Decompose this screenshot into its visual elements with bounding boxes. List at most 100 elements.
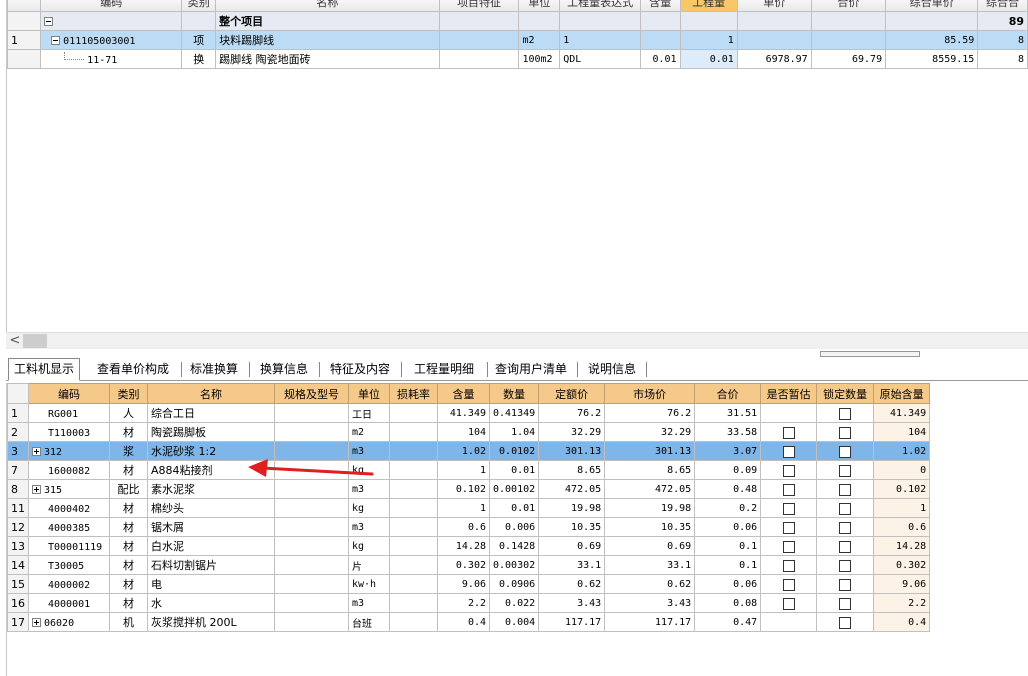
market-price-cell[interactable]: 32.29 [604,422,696,442]
unit-cell[interactable]: m3 [348,441,390,461]
qty-cell[interactable]: 0.022 [488,593,540,613]
unit-cell[interactable] [518,11,561,31]
lock-checkbox[interactable] [839,578,852,591]
header-content[interactable]: 含量 [437,383,490,404]
unit-cell[interactable]: kw·h [348,574,390,594]
feature-cell[interactable] [438,49,520,69]
market-price-cell[interactable]: 8.65 [604,460,696,480]
lock-checkbox[interactable] [839,616,852,629]
table-row[interactable]: 3 312 浆水泥砂浆 1:2 m3 1.02 0.0102 301.13 301.13 3.0… [7,441,931,461]
total-cell[interactable] [810,30,887,50]
table-row[interactable]: 15 4000002 材电 kw·h 9.06 0.0906 0.62 0.62 0.06 9.0… [7,574,931,594]
header-code[interactable]: 编码 [28,383,110,404]
loss-cell[interactable] [389,574,438,594]
estimate-checkbox[interactable] [782,559,795,572]
total-cell[interactable]: 0.1 [694,536,762,556]
quota-price-cell[interactable]: 10.35 [538,517,606,537]
qty-cell[interactable]: 0.01 [679,49,738,69]
original-content-cell[interactable]: 14.28 [873,536,931,556]
content-cell[interactable]: 0.102 [437,479,490,499]
total-cell[interactable]: 0.09 [694,460,762,480]
type-cell[interactable]: 材 [109,498,148,518]
code-cell[interactable]: 011105003001 [40,30,183,50]
header-unit-price[interactable]: 综合单价 [885,0,979,12]
feature-cell[interactable] [438,30,520,50]
name-cell[interactable]: 陶瓷踢脚板 [147,422,275,442]
spec-cell[interactable] [274,555,349,575]
unit-cell[interactable]: 100m2 [518,49,561,69]
header-estimate[interactable]: 是否暂估 [760,383,818,404]
name-cell[interactable]: 水泥砂浆 1:2 [147,441,275,461]
header-unit[interactable]: 单位 [348,383,390,404]
content-cell[interactable]: 0.302 [437,555,490,575]
qty-cell[interactable]: 0.1428 [488,536,540,556]
code-cell[interactable] [40,11,183,31]
content-cell[interactable]: 0.4 [437,612,490,632]
tab-features-content[interactable]: 特征及内容 [324,359,396,380]
spec-cell[interactable] [274,517,349,537]
loss-cell[interactable] [389,498,438,518]
collapse-icon[interactable] [44,16,54,26]
unit-cell[interactable]: kg [348,536,390,556]
header-feature[interactable]: 项目特征 [438,0,520,12]
loss-cell[interactable] [389,612,438,632]
quota-price-cell[interactable]: 117.17 [538,612,606,632]
code-cell[interactable]: RG001 [28,403,110,423]
name-cell[interactable]: 白水泥 [147,536,275,556]
lock-checkbox[interactable] [839,559,852,572]
spec-cell[interactable] [274,536,349,556]
quota-price-cell[interactable]: 3.43 [538,593,606,613]
total-cell[interactable]: 31.51 [694,403,762,423]
tab-quantity-details[interactable]: 工程量明细 [406,359,482,380]
lock-checkbox[interactable] [839,407,852,420]
qty-cell[interactable]: 0.01 [488,498,540,518]
code-cell[interactable]: T30005 [28,555,110,575]
name-cell[interactable]: 石料切割锯片 [147,555,275,575]
estimate-checkbox[interactable] [782,502,795,515]
name-cell[interactable]: 电 [147,574,275,594]
expand-icon[interactable] [32,617,41,627]
price-cell[interactable] [736,30,812,50]
table-row[interactable]: 7 1600082 材 A884粘接剂 kg 1 0.01 8.65 8.65 0.09 0 [7,460,931,480]
loss-cell[interactable] [389,403,438,423]
original-content-cell[interactable]: 0 [873,460,931,480]
name-cell[interactable]: 素水泥浆 [147,479,275,499]
loss-cell[interactable] [389,479,438,499]
content-cell[interactable]: 1 [437,460,490,480]
feature-cell[interactable] [438,11,520,31]
original-content-cell[interactable]: 9.06 [873,574,931,594]
code-cell[interactable]: T00001119 [28,536,110,556]
loss-cell[interactable] [389,536,438,556]
market-price-cell[interactable]: 3.43 [604,593,696,613]
expand-icon[interactable] [32,484,41,494]
code-cell[interactable]: 4000402 [28,498,110,518]
unit-price-cell[interactable]: 85.59 [885,30,979,50]
loss-cell[interactable] [389,593,438,613]
table-row[interactable]: 8 315 配比 素水泥浆 m3 0.102 0.00102 472.05 472.05 0.48… [7,479,931,499]
name-cell[interactable]: 踢脚线 陶瓷地面砖 [215,49,440,69]
name-cell[interactable]: 整个项目 [215,11,440,31]
tab-query-user-list[interactable]: 查询用户清单 [490,359,572,380]
header-name[interactable]: 名称 [215,0,440,12]
market-price-cell[interactable]: 0.69 [604,536,696,556]
total-cell[interactable]: 0.2 [694,498,762,518]
spec-cell[interactable] [274,460,349,480]
estimate-checkbox[interactable] [782,426,795,439]
tab-description[interactable]: 说明信息 [582,359,642,380]
total-cell[interactable]: 0.06 [694,574,762,594]
table-row[interactable]: 12 4000385 材锯木屑 m3 0.6 0.006 10.35 10.35 0.06 0.6 [7,517,931,537]
unit-cell[interactable]: 工日 [348,403,390,423]
original-content-cell[interactable]: 104 [873,422,931,442]
table-row[interactable]: 2 T110003 材陶瓷踢脚板 m2 104 1.04 32.29 32.29 33.58 10… [7,422,931,442]
code-cell[interactable]: 1600082 [28,460,110,480]
total-cell[interactable]: 69.79 [810,49,887,69]
name-cell[interactable]: 块料踢脚线 [215,30,440,50]
name-cell[interactable]: 灰浆搅拌机 200L [147,612,275,632]
tab-unit-price-composition[interactable]: 查看单价构成 [90,359,176,380]
content-cell[interactable]: 1 [437,498,490,518]
qty-cell[interactable]: 0.00302 [488,555,540,575]
qty-cell[interactable] [679,11,738,31]
spec-cell[interactable] [274,593,349,613]
quota-price-cell[interactable]: 32.29 [538,422,606,442]
header-spec[interactable]: 规格及型号 [274,383,349,404]
